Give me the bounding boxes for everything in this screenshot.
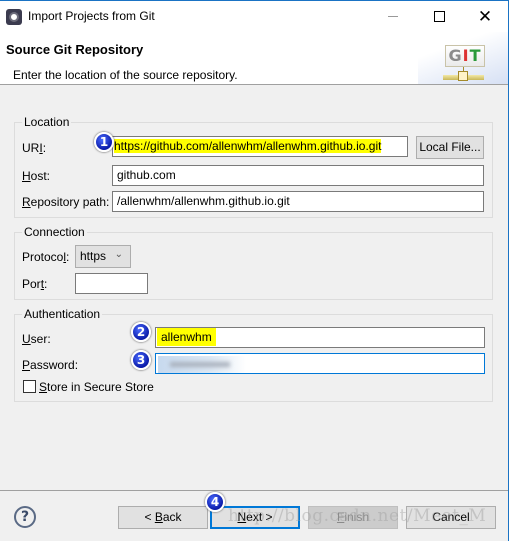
next-button-mnemonic: N (237, 510, 247, 524)
maximize-icon (433, 11, 445, 22)
page-title: Source Git Repository (6, 42, 144, 57)
uri-input[interactable]: https://github.com/allenwhm/allenwhm.git… (112, 136, 408, 157)
page-description: Enter the location of the source reposit… (13, 68, 238, 82)
protocol-label-text: Protoco (22, 250, 64, 264)
user-label-text: ser: (30, 332, 51, 346)
store-secure-checkbox[interactable] (23, 380, 36, 393)
window-title: Import Projects from Git (28, 9, 155, 23)
repository-path-label: Repository path: (22, 195, 109, 209)
import-projects-dialog: Import Projects from Git ✕ Source Git Re… (0, 0, 509, 541)
store-secure-label-mnemonic: S (39, 380, 48, 394)
port-input[interactable] (75, 273, 148, 294)
step-4-badge: 4 (205, 492, 225, 512)
protocol-select-value: https (80, 249, 107, 263)
minimize-icon (388, 16, 398, 17)
uri-label: URI: (22, 141, 46, 155)
protocol-label: Protocol: (22, 250, 69, 264)
finish-button-label: inish (344, 510, 370, 524)
protocol-select[interactable]: https ⌄ (75, 245, 131, 268)
user-label-mnemonic: U (22, 332, 31, 346)
repository-path-label-mnemonic: R (22, 195, 31, 209)
maximize-button[interactable] (416, 1, 462, 32)
port-label-text: Por (22, 277, 41, 291)
repository-path-label-text: epository path: (30, 195, 110, 209)
user-input[interactable]: allenwhm (155, 327, 485, 348)
git-logo-g: G (448, 46, 463, 65)
password-masked-value (158, 356, 246, 373)
close-icon: ✕ (477, 6, 493, 26)
uri-label-text: UR (22, 141, 40, 155)
host-label-text: ost: (30, 169, 51, 183)
next-button[interactable]: Next > (210, 506, 300, 529)
host-label-mnemonic: H (22, 169, 31, 183)
step-2-badge: 2 (131, 322, 151, 342)
host-input[interactable]: github.com (112, 165, 484, 186)
connection-group-title: Connection (22, 225, 87, 239)
back-button-mnemonic: B (154, 510, 163, 524)
user-label: User: (22, 332, 51, 346)
back-button[interactable]: < Back (118, 506, 208, 529)
back-button-label: ack (162, 510, 182, 524)
chevron-down-icon: ⌄ (114, 249, 123, 260)
header-divider (0, 84, 508, 85)
wizard-header: Source Git Repository Enter the location… (0, 32, 508, 84)
step-1-badge: 1 (94, 132, 114, 152)
cancel-button[interactable]: Cancel (406, 506, 496, 529)
minimize-button[interactable] (370, 1, 416, 32)
git-logo-t: T (469, 46, 482, 65)
password-label: Password: (22, 358, 78, 372)
password-label-mnemonic: P (22, 358, 31, 372)
protocol-label-colon: : (66, 250, 70, 264)
step-3-badge: 3 (131, 350, 151, 370)
back-button-arrow: < (144, 510, 155, 524)
password-label-text: assword: (30, 358, 79, 372)
title-bar: Import Projects from Git ✕ (0, 1, 508, 32)
location-group-title: Location (22, 115, 72, 129)
port-label-colon: : (44, 277, 48, 291)
footer-divider (0, 490, 508, 491)
eclipse-app-icon (6, 9, 22, 25)
user-input-value: allenwhm (157, 328, 216, 346)
close-button[interactable]: ✕ (462, 1, 508, 32)
next-button-label: ext > (246, 510, 273, 524)
uri-label-colon: : (42, 141, 47, 155)
git-logo-node (458, 71, 468, 81)
authentication-group-title: Authentication (22, 307, 103, 321)
git-logo-icon: GIT (445, 45, 485, 67)
store-secure-label[interactable]: Store in Secure Store (39, 380, 154, 394)
local-file-button[interactable]: Local File... (416, 136, 484, 159)
password-input[interactable] (155, 353, 485, 374)
help-icon[interactable]: ? (14, 506, 36, 528)
port-label: Port: (22, 277, 47, 291)
git-logo-i: I (462, 46, 470, 65)
repository-path-input[interactable]: /allenwhm/allenwhm.github.io.git (112, 191, 484, 212)
host-label: Host: (22, 169, 50, 183)
uri-input-value: https://github.com/allenwhm/allenwhm.git… (114, 139, 382, 153)
store-secure-label-text: tore in Secure Store (47, 380, 154, 394)
finish-button[interactable]: Finish (308, 506, 398, 529)
